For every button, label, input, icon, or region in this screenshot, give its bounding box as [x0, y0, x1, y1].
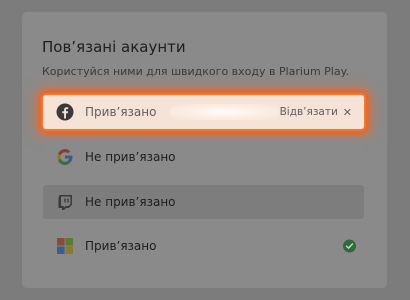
account-row-microsoft: Прив’язано — [43, 229, 364, 263]
check-circle-icon — [343, 239, 356, 253]
unlink-facebook-button[interactable]: Відв’язати ✕ — [280, 106, 352, 118]
microsoft-icon — [55, 236, 75, 256]
account-status-facebook: Прив’язано — [85, 105, 157, 119]
panel-subtitle: Користуйся ними для швидкого входу в Pla… — [42, 65, 350, 78]
unlink-label: Відв’язати — [279, 106, 338, 118]
twitch-icon — [55, 192, 75, 212]
account-status-microsoft: Прив’язано — [85, 239, 157, 253]
account-row-google[interactable]: Не прив’язано — [43, 140, 364, 174]
account-status-google: Не прив’язано — [85, 150, 176, 164]
account-row-twitch[interactable]: Не прив’язано — [43, 185, 364, 219]
account-status-twitch: Не прив’язано — [85, 195, 176, 209]
facebook-icon — [55, 102, 75, 122]
panel-title: Пов’язані акаунти — [42, 38, 186, 56]
google-icon — [55, 147, 75, 167]
close-icon: ✕ — [342, 105, 352, 119]
account-row-facebook: Прив’язано Відв’язати ✕ — [43, 95, 364, 129]
